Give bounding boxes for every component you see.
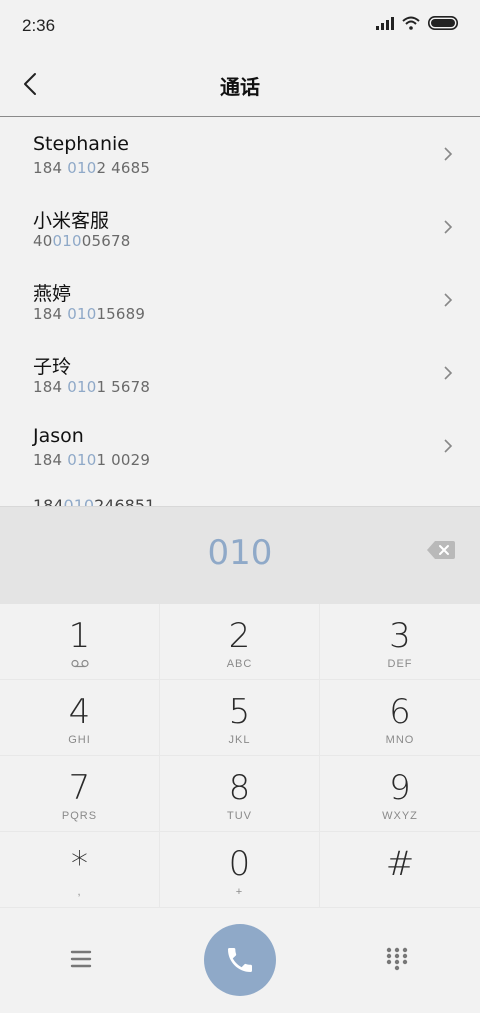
key-letters: + [235,886,244,898]
voicemail-icon [70,659,89,668]
key-6[interactable]: 6 MNO [320,680,480,756]
key-3[interactable]: 3 DEF [320,604,480,680]
key-letters: , [77,886,82,898]
contact-name: 184010246851 [33,496,156,506]
contact-number: 184 0101 0029 [33,451,151,469]
key-digit: 1 [68,616,91,656]
wifi-icon [402,16,420,30]
key-digit: 3 [389,616,411,656]
status-bar: 2:36 [0,0,480,52]
key-digit: 9 [389,768,411,808]
key-4[interactable]: 4 GHI [0,680,160,756]
key-1[interactable]: 1 [0,604,160,680]
contact-item[interactable]: Jason 184 0101 0029 [0,409,480,482]
contact-number: 184 0102 4685 [33,159,151,177]
key-digit: 7 [68,768,91,808]
contact-name: Stephanie [33,133,129,155]
key-star[interactable]: * , [0,832,160,908]
key-7[interactable]: 7 PQRS [0,756,160,832]
status-icons [376,16,458,30]
page-title: 通话 [220,75,260,99]
bottom-bar [0,908,480,1013]
key-digit: 6 [389,692,411,732]
dialed-number: 010 [207,533,273,573]
header: 通话 [0,52,480,117]
key-letters: PQRS [61,810,98,822]
contact-item[interactable]: Stephanie 184 0102 4685 [0,117,480,190]
contact-number: 184 0101 5678 [33,378,151,396]
key-8[interactable]: 8 TUV [160,756,320,832]
contact-item[interactable]: 184010246851 [0,482,480,506]
keypad: 1 2 ABC 3 DEF 4 GHI 5 JKL 6 MNO 7 PQRS 8… [0,604,480,908]
key-letters: JKL [228,734,251,746]
key-0[interactable]: 0 + [160,832,320,908]
key-digit: 0 [228,844,251,884]
contact-name: Jason [33,425,84,447]
contact-name: 小米客服 [33,210,110,232]
contact-item[interactable]: 子玲 184 0101 5678 [0,336,480,409]
key-hash[interactable]: # [320,832,480,908]
phone-icon [228,948,252,972]
contact-name: 燕婷 [33,283,72,305]
key-letters: DEF [387,658,413,670]
signal-icon [376,16,394,30]
chevron-right-icon [444,439,453,453]
contact-item[interactable]: 燕婷 184 01015689 [0,263,480,336]
dial-display: 010 [0,506,480,605]
keypad-icon[interactable] [384,946,410,972]
key-5[interactable]: 5 JKL [160,680,320,756]
contact-list: Stephanie 184 0102 4685 小米客服 4001005678 … [0,117,480,506]
key-digit: 4 [68,692,91,732]
menu-icon[interactable] [66,946,96,972]
key-letters: TUV [227,810,252,822]
call-button[interactable] [204,924,276,996]
key-digit: # [385,844,415,884]
key-digit: * [71,844,88,884]
key-digit: 5 [228,692,251,732]
key-9[interactable]: 9 WXYZ [320,756,480,832]
contact-number: 4001005678 [33,232,131,250]
chevron-right-icon [444,293,453,307]
key-letters: MNO [385,734,415,746]
key-digit: 2 [228,616,251,656]
chevron-right-icon [444,147,453,161]
contact-number: 184 01015689 [33,305,146,323]
contact-name: 子玲 [33,356,72,378]
key-letters: GHI [68,734,91,746]
key-digit: 8 [228,768,251,808]
chevron-right-icon [444,366,453,380]
key-letters: ABC [226,658,253,670]
backspace-icon[interactable] [426,539,456,561]
contact-item[interactable]: 小米客服 4001005678 [0,190,480,263]
status-time: 2:36 [22,16,56,35]
key-letters: WXYZ [382,810,418,822]
key-2[interactable]: 2 ABC [160,604,320,680]
chevron-right-icon [444,220,453,234]
battery-icon [428,16,458,30]
